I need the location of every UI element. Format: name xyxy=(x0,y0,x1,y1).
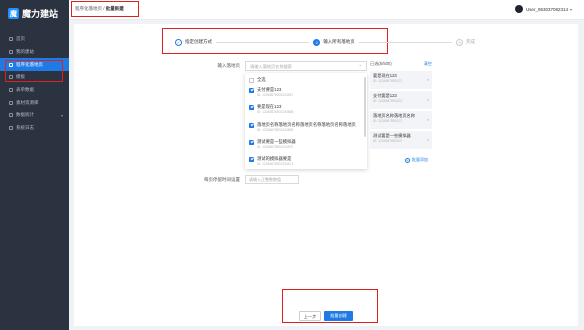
option-title: 全选 xyxy=(257,77,266,82)
option-id: ID: 12345678901234567 xyxy=(257,93,294,97)
user-menu[interactable]: User_953037082314 ▾ xyxy=(514,5,572,13)
sidebar-item-logs[interactable]: 系统日志 xyxy=(0,122,69,135)
sidebar-item-home[interactable]: 首页 xyxy=(0,33,69,46)
select-placeholder: 请输入落地页名称搜索 xyxy=(250,64,292,69)
option-id: ID: 12345678901234568 xyxy=(257,110,294,114)
selected-item: 落地页名称落地页名称 ID: 1234567890123 × xyxy=(370,111,432,129)
selected-item-id: ID: 1234567890123 xyxy=(373,79,402,83)
close-icon[interactable]: × xyxy=(427,97,429,102)
time-label: 每页停留时间设置 xyxy=(204,177,240,182)
chevron-up-icon: ⌃ xyxy=(358,64,362,69)
sidebar-item-my-sites[interactable]: 我的建站 xyxy=(0,46,69,59)
sidebar-item-label: 数据统计 xyxy=(16,112,34,118)
sidebar-item-assets[interactable]: 素材资源库 xyxy=(0,96,69,109)
selected-item: 测试要是一些模拟器 ID: 1234567890123 × xyxy=(370,131,432,149)
step-label: 输入所有落地页 xyxy=(323,39,355,44)
step-number: 3 xyxy=(456,38,463,46)
log-icon xyxy=(9,126,13,131)
close-icon[interactable]: × xyxy=(427,137,429,142)
time-input[interactable]: 请输入正整数数值 xyxy=(245,175,299,184)
clear-button[interactable]: 清空 xyxy=(424,61,432,67)
time-placeholder: 请输入正整数数值 xyxy=(249,177,281,182)
url-label: 输入落地页 xyxy=(217,63,241,68)
asset-icon xyxy=(9,100,13,105)
option-id: ID: 12345678901234569 xyxy=(257,128,294,132)
sidebar: 魔 魔力建站 首页 我的建站 程序化落地页 模板 表单数据 素材资源库 数据统计… xyxy=(0,0,69,330)
step-1: ✓ 指定创建方式 xyxy=(175,38,212,46)
logo[interactable]: 魔 魔力建站 xyxy=(8,7,58,20)
chevron-down-icon: ▾ xyxy=(569,6,572,12)
list-item[interactable]: 落地页名称落地页名称落地页名称落地页名称落地页 ID: 1234567890123… xyxy=(249,122,356,132)
landing-page-select[interactable]: 请输入落地页名称搜索 ⌃ xyxy=(245,61,367,71)
sidebar-item-statistics[interactable]: 数据统计 ▾ xyxy=(0,109,69,122)
option-id: ID: 12345678901234570 xyxy=(257,145,294,149)
previous-step-button[interactable]: 上一步 xyxy=(299,311,321,321)
stepper: ✓ 指定创建方式 2 输入所有落地页 3 完成 xyxy=(175,36,475,48)
top-header: 程序化落地页 / 批量新建 User_953037082314 ▾ xyxy=(69,0,584,20)
app-name: 魔力建站 xyxy=(22,10,59,20)
site-icon xyxy=(9,50,13,55)
list-item[interactable]: 测试要是一些模拟器 ID: 12345678901234570 xyxy=(249,139,296,149)
sidebar-item-form-data[interactable]: 表单数据 xyxy=(0,84,69,97)
chevron-down-icon: ▾ xyxy=(60,112,63,118)
plus-icon: + xyxy=(405,157,410,163)
sidebar-item-label: 素材资源库 xyxy=(16,99,39,105)
selected-header: 已选(5/500) 清空 xyxy=(370,61,434,69)
list-item[interactable]: 要是现在123 ID: 12345678901234568 xyxy=(249,104,293,114)
sidebar-item-label: 表单数据 xyxy=(16,87,34,93)
list-item[interactable]: 测试的模拟器要是 ID: 12345678901234571 xyxy=(249,156,293,166)
chart-icon xyxy=(9,113,13,118)
sidebar-item-label: 系统日志 xyxy=(16,125,34,131)
select-all-option[interactable]: 全选 xyxy=(249,77,266,83)
selected-item-id: ID: 1234567890123 xyxy=(373,119,402,123)
selected-item-id: ID: 1234567890123 xyxy=(373,139,402,143)
sidebar-item-label: 首页 xyxy=(16,36,25,42)
step-connector xyxy=(358,41,452,43)
step-3: 3 完成 xyxy=(456,38,475,46)
batch-add-button[interactable]: + 批量添加 xyxy=(405,157,428,163)
batch-create-button[interactable]: 批量创建 xyxy=(324,311,353,321)
checkbox[interactable] xyxy=(249,77,254,83)
check-icon: ✓ xyxy=(175,38,182,46)
checkbox[interactable] xyxy=(249,87,254,93)
avatar xyxy=(514,5,523,13)
sidebar-item-label: 我的建站 xyxy=(16,49,34,55)
step-number: 2 xyxy=(313,38,321,46)
close-icon[interactable]: × xyxy=(427,117,429,122)
sidebar-menu: 首页 我的建站 程序化落地页 模板 表单数据 素材资源库 数据统计 ▾ 系统日志 xyxy=(0,33,69,135)
step-2: 2 输入所有落地页 xyxy=(313,38,355,46)
close-icon[interactable]: × xyxy=(427,77,429,82)
step-connector xyxy=(216,41,310,43)
scrollbar[interactable] xyxy=(364,77,366,137)
selected-item: 支付要是123 ID: 1234567890123 × xyxy=(370,91,432,109)
selected-item-id: ID: 1234567890123 xyxy=(373,99,402,103)
highlight-annotation xyxy=(5,60,63,82)
username: User_953037082314 xyxy=(525,6,568,12)
step-label: 指定创建方式 xyxy=(185,39,212,44)
list-item[interactable]: 支付要是123 ID: 12345678901234567 xyxy=(249,87,293,97)
landing-page-dropdown: 全选 支付要是123 ID: 12345678901234567 要是现在123 I… xyxy=(245,73,367,169)
step-label: 完成 xyxy=(466,39,475,44)
checkbox[interactable] xyxy=(249,104,254,110)
option-id: ID: 12345678901234571 xyxy=(257,162,294,166)
checkbox[interactable] xyxy=(249,122,254,128)
logo-icon: 魔 xyxy=(8,8,19,19)
selected-panel: 已选(5/500) 清空 要是现在123 ID: 1234567890123 ×… xyxy=(370,61,434,166)
form-icon xyxy=(9,88,13,93)
checkbox[interactable] xyxy=(249,139,254,145)
highlight-annotation xyxy=(71,1,139,17)
selected-count: 已选(5/500) xyxy=(370,61,392,66)
batch-add-label: 批量添加 xyxy=(412,157,428,162)
selected-item: 要是现在123 ID: 1234567890123 × xyxy=(370,71,432,89)
home-icon xyxy=(9,37,13,42)
checkbox[interactable] xyxy=(249,156,254,162)
